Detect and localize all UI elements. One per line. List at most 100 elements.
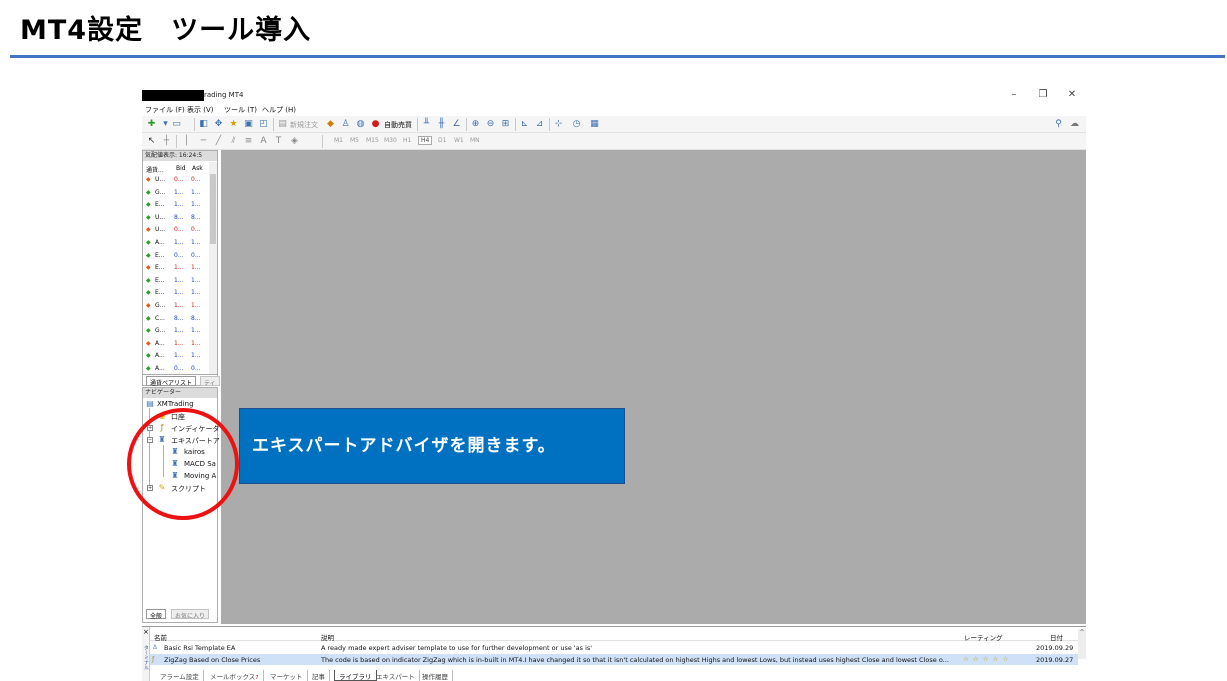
chart-workspace[interactable] xyxy=(221,150,1086,624)
auto-trade-label[interactable]: 自動売買 xyxy=(384,120,412,130)
terminal-root-icon: ▤ xyxy=(146,399,154,408)
trendline-icon[interactable]: ╱ xyxy=(212,135,225,147)
tab-articles[interactable]: 記事 xyxy=(308,670,330,681)
line-chart-icon[interactable]: ∠ xyxy=(450,118,463,130)
new-chart-icon[interactable]: ✚ xyxy=(145,118,158,130)
column-symbol[interactable]: 通貨... xyxy=(146,165,164,174)
list-item[interactable]: ◆ E... 1... 1... xyxy=(143,275,209,288)
close-button[interactable]: ✕ xyxy=(1062,89,1082,100)
tab-market[interactable]: マーケット xyxy=(266,670,308,681)
window-icon[interactable]: ▭ xyxy=(170,118,183,130)
list-item[interactable]: ◆ G... 1... 1... xyxy=(143,325,209,338)
list-item[interactable]: ◆ U... 0... 0... xyxy=(143,224,209,237)
text-icon[interactable]: A xyxy=(257,135,270,147)
list-item[interactable]: ◆ E... 1... 1... xyxy=(143,287,209,300)
fibo-icon[interactable]: ≡ xyxy=(242,135,255,147)
periods-icon[interactable]: ◷ xyxy=(570,118,583,130)
horizontal-line-icon[interactable]: ─ xyxy=(197,135,210,147)
list-item[interactable]: ◆ C... 8... 8... xyxy=(143,313,209,326)
market-watch-icon[interactable]: ◧ xyxy=(197,118,210,130)
terminal-close-icon[interactable]: × xyxy=(143,628,149,636)
price-up-icon: ◆ xyxy=(146,327,151,335)
column-description[interactable]: 説明 xyxy=(321,632,334,642)
cursor-icon[interactable]: ↖ xyxy=(145,135,158,147)
timeframe-m5[interactable]: M5 xyxy=(350,137,359,144)
column-rating[interactable]: レーティング xyxy=(964,632,1003,642)
tab-symbols[interactable]: 通貨ペアリスト xyxy=(146,376,197,387)
zoom-out-icon[interactable]: ⊖ xyxy=(484,118,497,130)
timeframe-m15[interactable]: M15 xyxy=(366,137,379,144)
menu-view[interactable]: 表示 (V) xyxy=(187,105,213,115)
restore-button[interactable]: ❐ xyxy=(1033,89,1053,100)
table-row[interactable]: ♙ Basic Rsi Template EA A ready made exp… xyxy=(150,642,1078,653)
templates-icon[interactable]: ▦ xyxy=(588,118,601,130)
list-item[interactable]: ◆ A... 1... 1... xyxy=(143,350,209,363)
timeframe-m30[interactable]: M30 xyxy=(384,137,397,144)
list-item[interactable]: ◆ A... 1... 1... xyxy=(143,338,209,351)
timeframe-h4[interactable]: H4 xyxy=(418,136,433,145)
crosshair-icon[interactable]: ┼ xyxy=(160,135,173,147)
autoscroll-icon[interactable]: ⊾ xyxy=(518,118,531,130)
timeframe-h1[interactable]: H1 xyxy=(403,137,411,144)
tab-alerts[interactable]: アラーム設定 xyxy=(156,670,204,681)
tab-library[interactable]: ライブラリ xyxy=(334,670,377,681)
shapes-icon[interactable]: ◈ xyxy=(288,135,301,147)
market-watch-scrollbar[interactable] xyxy=(209,162,217,374)
zoom-in-icon[interactable]: ⊕ xyxy=(469,118,482,130)
column-date[interactable]: 日付 xyxy=(1050,632,1063,642)
list-item[interactable]: ◆ G... 1... 1... xyxy=(143,300,209,313)
terminal-icon[interactable]: ▣ xyxy=(242,118,255,130)
tab-common[interactable]: 全般 xyxy=(146,609,167,620)
auto-trade-icon[interactable]: ● xyxy=(369,118,382,130)
chart-shift-icon[interactable]: ⊿ xyxy=(533,118,546,130)
list-item[interactable]: ◆ E... 1... 1... xyxy=(143,199,209,212)
timeframe-m1[interactable]: M1 xyxy=(334,137,343,144)
cell-bid: 1... xyxy=(174,239,184,246)
price-down-icon: ◆ xyxy=(146,339,151,347)
timeframe-d1[interactable]: D1 xyxy=(438,137,446,144)
column-bid[interactable]: Bid xyxy=(176,165,186,172)
search-icon[interactable]: ⚲ xyxy=(1052,118,1065,130)
new-order-label[interactable]: 新規注文 xyxy=(290,120,318,130)
vertical-line-icon[interactable]: │ xyxy=(180,135,193,147)
terminal-scrollbar[interactable]: ^ xyxy=(1078,629,1086,659)
tab-favorites[interactable]: お気に入り xyxy=(171,609,210,620)
menu-file[interactable]: ファイル (F) xyxy=(145,105,185,115)
tile-icon[interactable]: ⊞ xyxy=(499,118,512,130)
channel-icon[interactable]: ⫽ xyxy=(227,135,240,147)
cell-symbol: A... xyxy=(155,339,165,347)
list-item[interactable]: ◆ U... 0... 0... xyxy=(143,174,209,187)
people-icon[interactable]: ♙ xyxy=(339,118,352,130)
data-window-icon[interactable]: ✥ xyxy=(212,118,225,130)
menu-tools[interactable]: ツール (T) xyxy=(224,105,257,115)
tab-tick[interactable]: ティ xyxy=(200,376,220,387)
timeframe-mn[interactable]: MN xyxy=(470,137,480,144)
list-item[interactable]: ◆ A... 1... 1... xyxy=(143,237,209,250)
minimize-button[interactable]: – xyxy=(1004,89,1024,100)
tester-icon[interactable]: ◰ xyxy=(257,118,270,130)
label-icon[interactable]: T xyxy=(272,135,285,147)
chat-icon[interactable]: ☁ xyxy=(1068,118,1081,130)
column-ask[interactable]: Ask xyxy=(192,165,203,172)
navigator-icon[interactable]: ★ xyxy=(227,118,240,130)
price-up-icon: ◆ xyxy=(146,251,151,259)
list-item[interactable]: ◆ G... 1... 1... xyxy=(143,187,209,200)
column-name[interactable]: 名前 xyxy=(154,632,167,642)
timeframe-w1[interactable]: W1 xyxy=(454,137,464,144)
indicators-icon[interactable]: ⊹ xyxy=(552,118,565,130)
tab-experts[interactable]: エキスパート xyxy=(372,670,420,681)
table-row[interactable]: ƒ ZigZag Based on Close Prices The code … xyxy=(150,654,1078,665)
list-item[interactable]: ◆ E... 1... 1... xyxy=(143,262,209,275)
globe-icon[interactable]: ◍ xyxy=(354,118,367,130)
menu-help[interactable]: ヘルプ (H) xyxy=(262,105,296,115)
nav-root[interactable]: XMTrading xyxy=(157,400,194,408)
tab-journal[interactable]: 操作履歴 xyxy=(418,670,453,681)
tab-mailbox[interactable]: メールボックス7 xyxy=(206,670,264,681)
price-up-icon: ◆ xyxy=(146,352,151,360)
metaeditor-icon[interactable]: ◆ xyxy=(324,118,337,130)
list-item[interactable]: ◆ E... 0... 0... xyxy=(143,250,209,263)
candle-icon[interactable]: ╫ xyxy=(435,118,448,130)
new-order-icon[interactable]: ▤ xyxy=(276,118,289,130)
list-item[interactable]: ◆ U... 8... 8... xyxy=(143,212,209,225)
bar-chart-icon[interactable]: ╨ xyxy=(420,118,433,130)
